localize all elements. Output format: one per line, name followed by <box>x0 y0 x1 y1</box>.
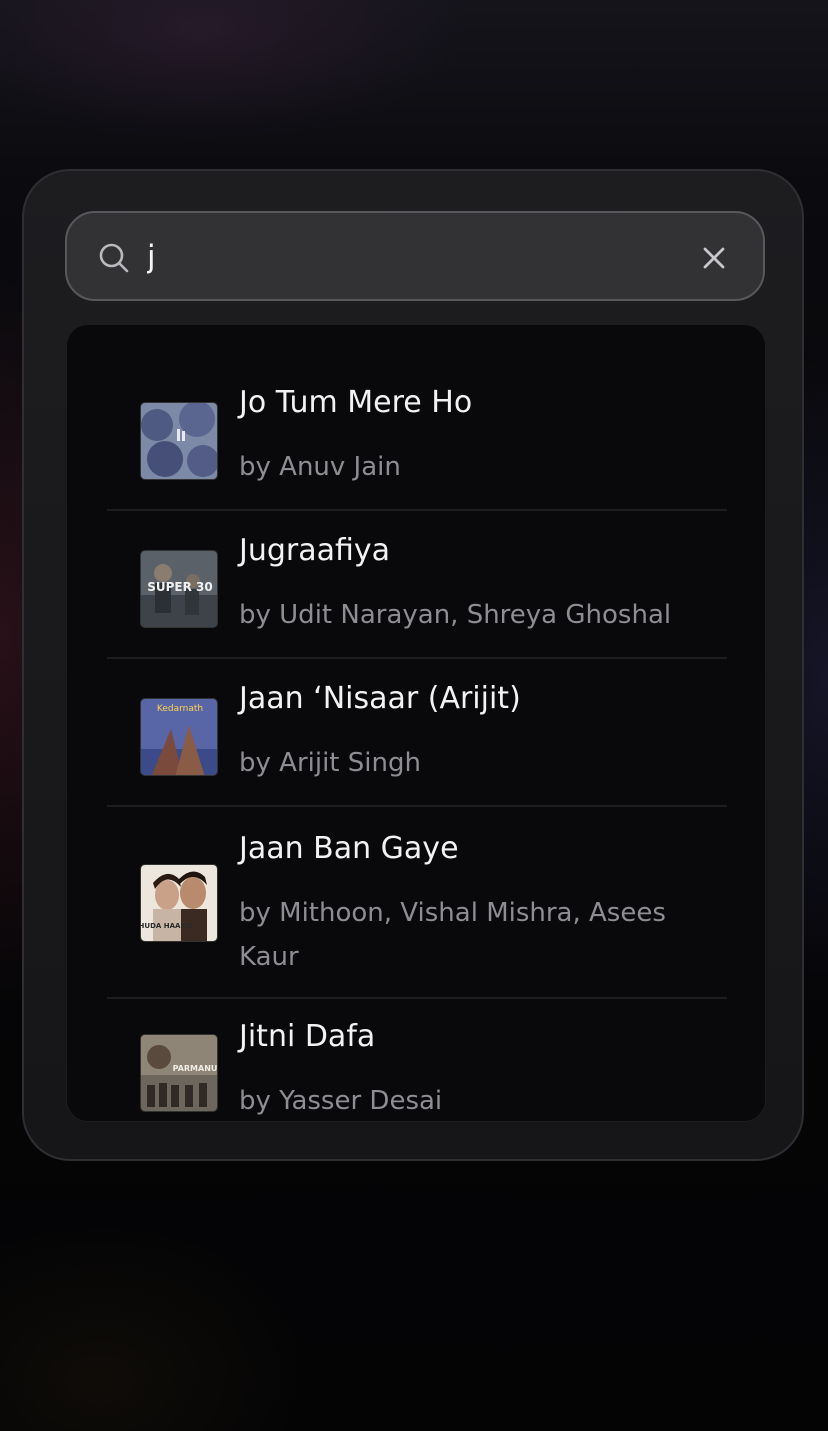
song-artist: by Udit Narayan, Shreya Ghoshal <box>239 600 672 630</box>
search-panel: Jo Tum Mere Ho by Anuv Jain SUPER 30 <box>22 169 804 1161</box>
search-input[interactable] <box>147 231 667 283</box>
song-artist: by Arijit Singh <box>239 748 421 778</box>
search-bar[interactable] <box>65 211 765 301</box>
album-art-jo-tum-mere-ho <box>140 402 218 480</box>
result-item[interactable]: PARMANU Jitni Dafa by Yasser Desai <box>107 999 727 1121</box>
song-title: Jitni Dafa <box>239 1019 376 1054</box>
album-art-text: Kedarnath <box>157 704 203 714</box>
song-title: Jo Tum Mere Ho <box>239 385 473 420</box>
result-item[interactable]: KHUDA HAAFIZ Jaan Ban Gaye by Mithoon, V… <box>107 807 727 999</box>
song-title: Jaan Ban Gaye <box>239 831 459 866</box>
search-icon <box>99 243 129 273</box>
results-list: Jo Tum Mere Ho by Anuv Jain SUPER 30 Jug… <box>66 324 766 1122</box>
song-title: Jugraafiya <box>239 533 391 568</box>
album-art-super-30: SUPER 30 <box>140 550 218 628</box>
album-art-text: SUPER 30 <box>147 580 213 594</box>
song-artist: by Yasser Desai <box>239 1086 443 1116</box>
album-art-kedarnath: Kedarnath <box>140 698 218 776</box>
result-item[interactable]: SUPER 30 Jugraafiya by Udit Narayan, Shr… <box>107 511 727 659</box>
album-art-parmanu: PARMANU <box>140 1034 218 1112</box>
album-art-text: KHUDA HAAFIZ <box>141 922 193 930</box>
song-title: Jaan ‘Nisaar (Arijit) <box>239 681 521 716</box>
album-art-text: PARMANU <box>173 1064 218 1073</box>
result-item[interactable]: Jo Tum Mere Ho by Anuv Jain <box>107 361 727 511</box>
song-artist: by Anuv Jain <box>239 452 401 482</box>
album-art-khuda-haafiz: KHUDA HAAFIZ <box>140 864 218 942</box>
song-artist: by Mithoon, Vishal Mishra, Asees Kaur <box>239 898 666 972</box>
result-item[interactable]: Kedarnath Jaan ‘Nisaar (Arijit) by Ariji… <box>107 659 727 807</box>
close-icon[interactable] <box>695 239 733 277</box>
